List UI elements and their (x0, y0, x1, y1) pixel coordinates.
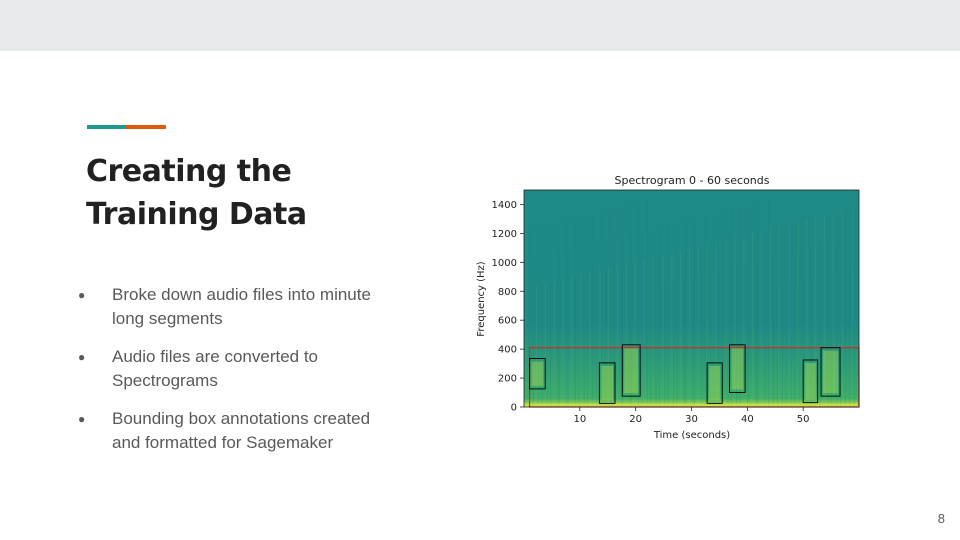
bullet-text: Bounding box annotations created and for… (112, 407, 370, 455)
bullet-line: Spectrograms (112, 371, 218, 390)
bullet-line: Audio files are converted to (112, 347, 319, 366)
x-tick-label: 20 (629, 414, 642, 425)
y-tick-label: 1400 (492, 200, 517, 211)
x-axis-label: Time (seconds) (653, 430, 730, 441)
call-energy (731, 347, 744, 390)
chart-title: Spectrogram 0 - 60 seconds (615, 174, 770, 187)
y-axis: 0 200 400 600 800 1000 1200 1400 (492, 200, 524, 414)
accent-bar-orange (126, 125, 166, 129)
y-tick-label: 200 (498, 374, 517, 385)
bullet-line: Bounding box annotations created (112, 409, 371, 428)
y-tick-label: 400 (498, 345, 517, 356)
x-tick-label: 30 (685, 414, 698, 425)
bullet-dot-icon: ● (78, 412, 86, 426)
call-energy (805, 362, 816, 400)
y-axis-label: Frequency (Hz) (476, 261, 487, 337)
x-axis: 10 20 30 40 50 (573, 407, 810, 425)
y-tick-label: 0 (511, 403, 517, 414)
plot-area (523, 189, 860, 408)
accent-bar-teal (87, 125, 126, 129)
call-energy (624, 347, 639, 394)
bullet-text: Audio files are converted to Spectrogram… (112, 345, 318, 393)
y-tick-label: 1000 (492, 258, 517, 269)
y-tick-label: 1200 (492, 229, 517, 240)
x-tick-label: 10 (573, 414, 586, 425)
bullet-item: ● Broke down audio files into minute lon… (78, 283, 418, 331)
call-energy (709, 365, 721, 401)
bullet-list: ● Broke down audio files into minute lon… (78, 283, 418, 469)
bullet-item: ● Bounding box annotations created and f… (78, 407, 418, 455)
x-tick-label: 50 (797, 414, 810, 425)
top-band (0, 0, 960, 51)
bullet-text: Broke down audio files into minute long … (112, 283, 371, 331)
slide-title-line-2: Training Data (86, 197, 307, 232)
bullet-item: ● Audio files are converted to Spectrogr… (78, 345, 418, 393)
y-tick-label: 800 (498, 287, 517, 298)
x-tick-label: 40 (741, 414, 754, 425)
call-energy (531, 361, 544, 386)
page-number: 8 (937, 511, 945, 526)
accent-bar (87, 125, 166, 129)
bullet-dot-icon: ● (78, 288, 86, 302)
y-tick-label: 600 (498, 316, 517, 327)
spectrogram-chart: Spectrogram 0 - 60 seconds 0 200 400 600 800… (476, 174, 860, 441)
bullet-line: long segments (112, 309, 223, 328)
call-energy (601, 365, 614, 401)
bullet-dot-icon: ● (78, 350, 86, 364)
slide-title: Creating the Training Data (86, 150, 416, 236)
slide-title-line-1: Creating the (86, 154, 292, 189)
call-energy (823, 350, 839, 394)
bullet-line: Broke down audio files into minute (112, 285, 371, 304)
bullet-line: and formatted for Sagemaker (112, 433, 334, 452)
